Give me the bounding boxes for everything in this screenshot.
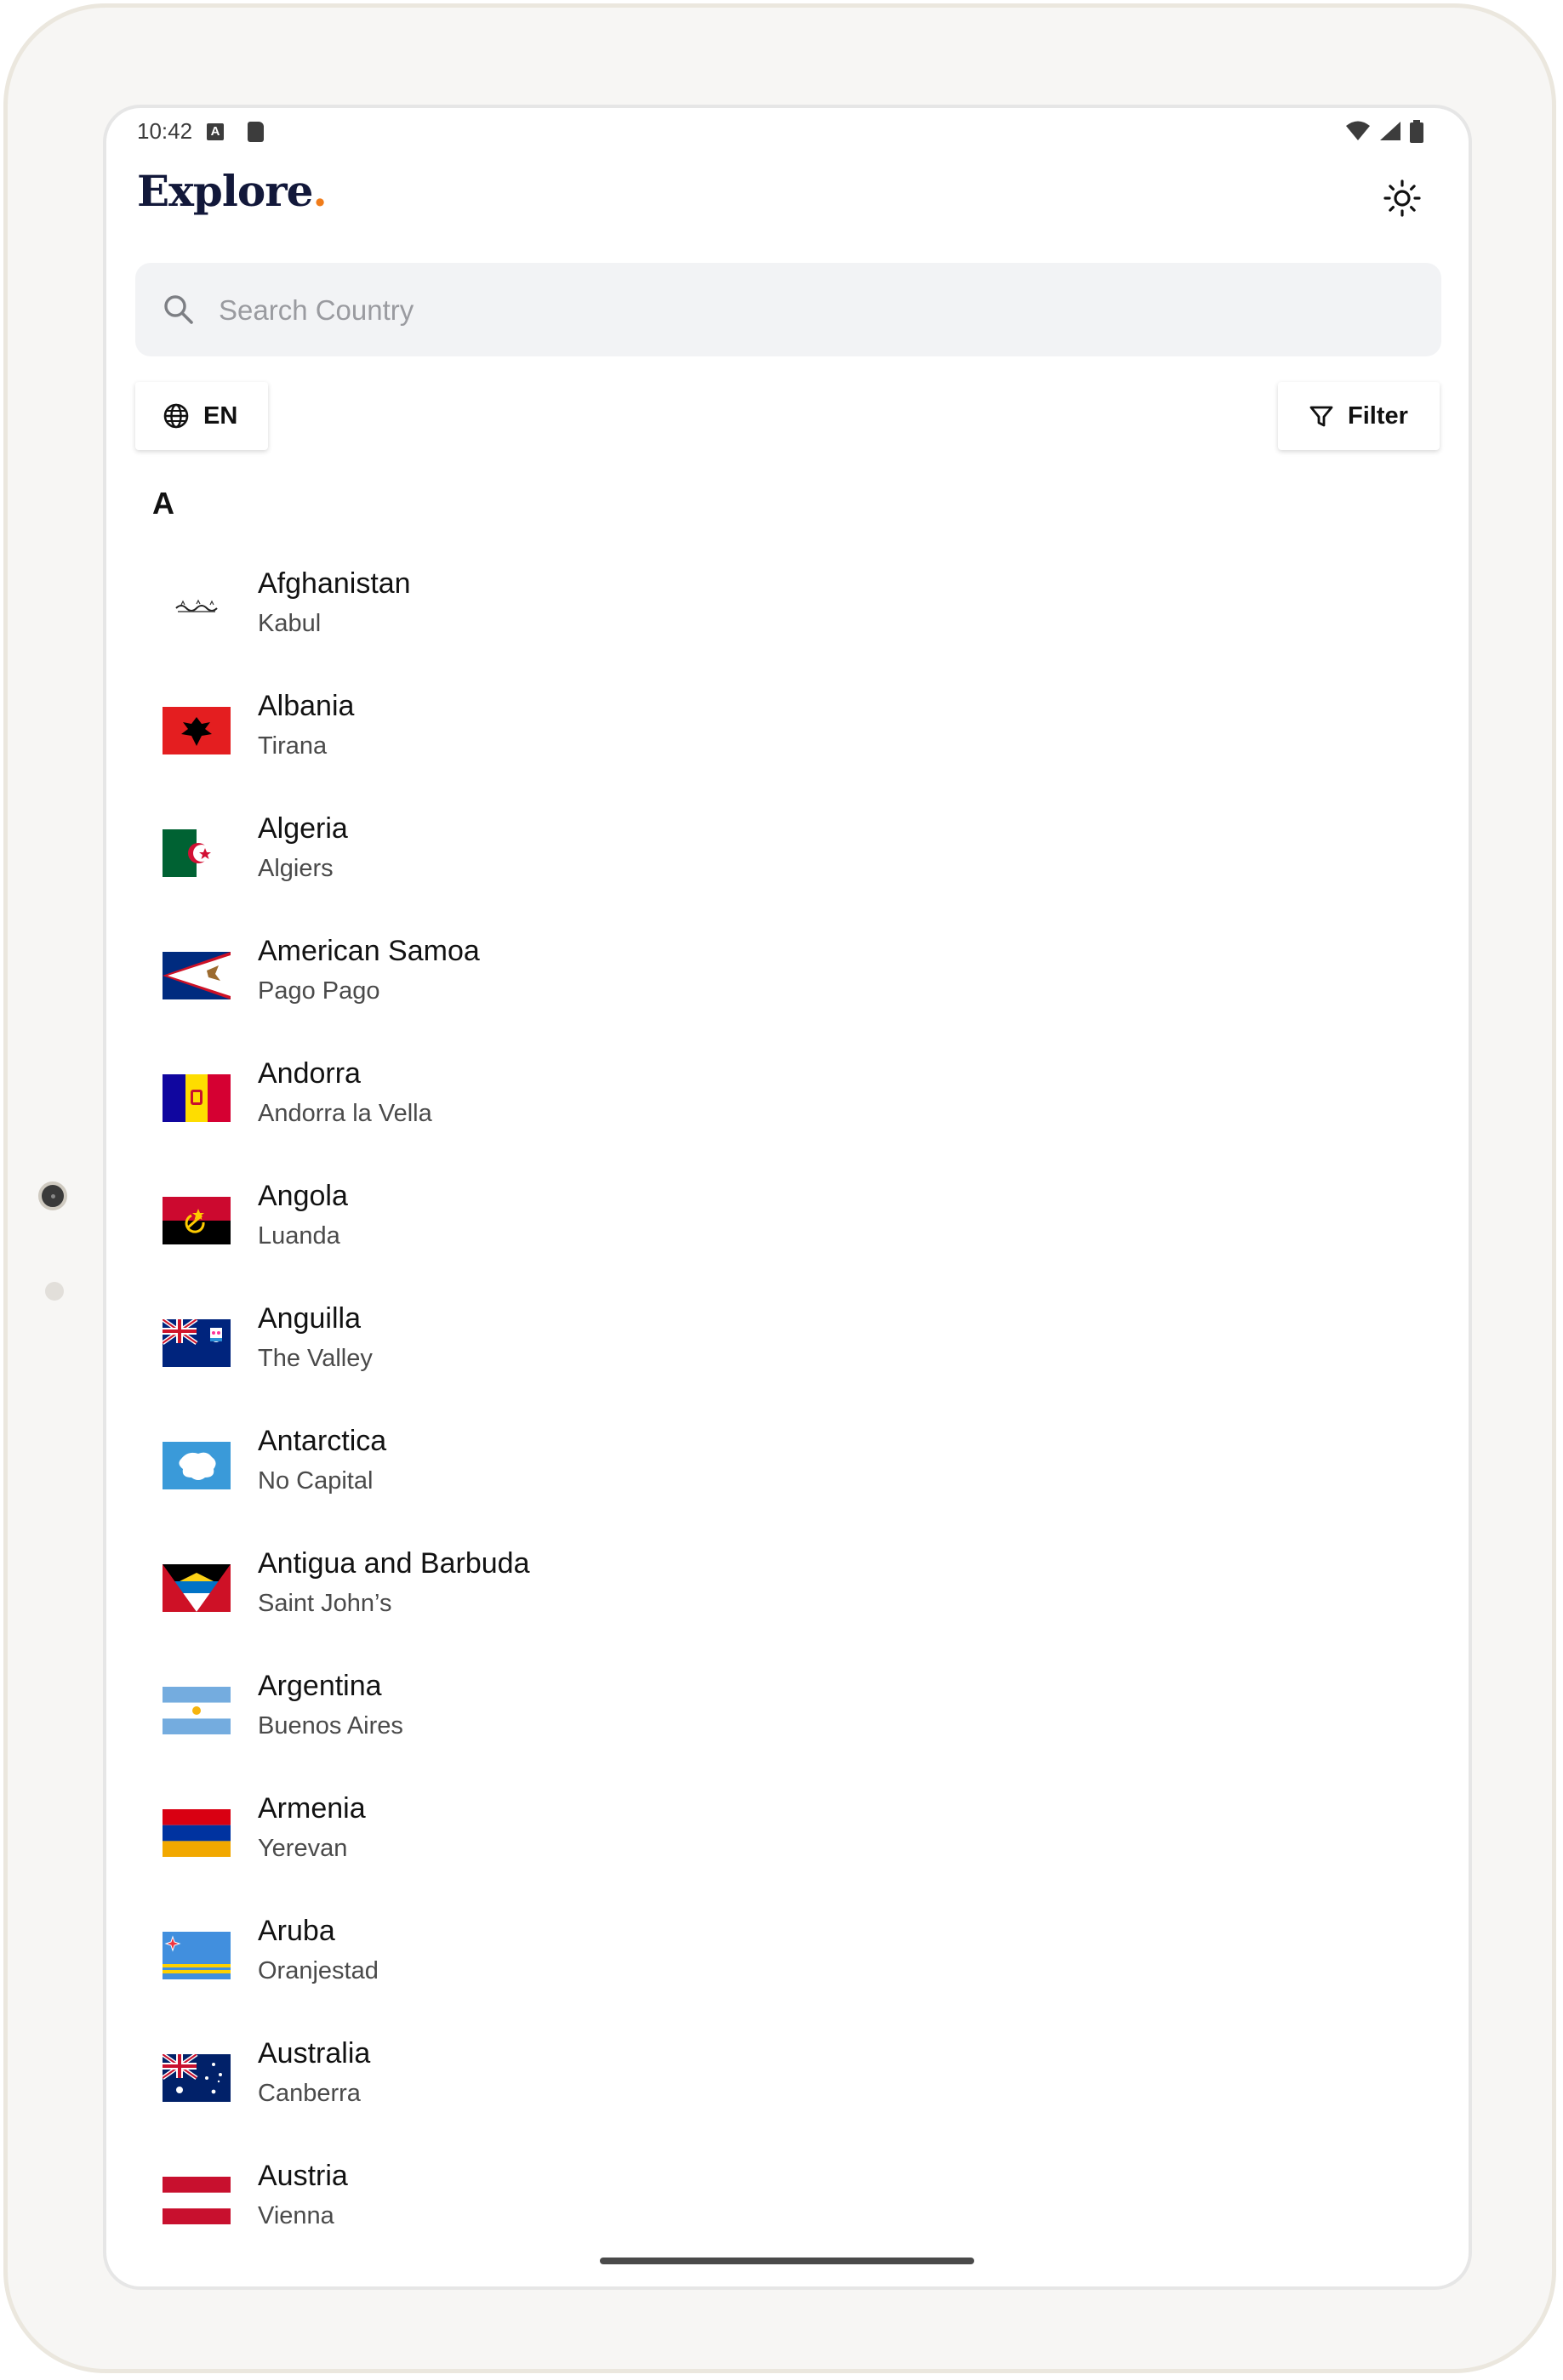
country-name: Armenia [258,1792,366,1825]
status-bar: 10:42 A [106,108,1469,159]
accessibility-notification-icon: A [207,123,224,140]
search-icon [164,295,193,324]
country-row[interactable]: Aruba Oranjestad [106,1906,1469,2029]
country-capital: Yerevan [258,1835,348,1862]
language-label: EN [203,401,238,430]
country-capital: Kabul [258,610,322,637]
country-capital: Algiers [258,855,334,882]
country-capital: Buenos Aires [258,1712,403,1739]
country-name: Austria [258,2160,348,2192]
aruba-flag-icon [163,1932,231,1979]
argentina-flag-icon [163,1687,231,1734]
light-sensor [45,1282,64,1301]
country-capital: Tirana [258,732,328,760]
cellular-signal-icon [1379,122,1400,140]
language-button[interactable]: EN [135,382,268,450]
angola-flag-icon [163,1197,231,1244]
country-name: Albania [258,690,355,722]
country-name: Aruba [258,1915,335,1947]
country-capital: Oranjestad [258,1957,379,1984]
armenia-flag-icon [163,1809,231,1857]
country-row[interactable]: Austria Vienna [106,2151,1469,2274]
country-row[interactable]: Algeria Algiers [106,804,1469,926]
country-row[interactable]: Andorra Andorra la Vella [106,1049,1469,1171]
country-name: Antarctica [258,1425,387,1457]
country-capital: Luanda [258,1222,340,1250]
country-capital: Andorra la Vella [258,1100,432,1127]
australia-flag-icon [163,2054,231,2102]
country-row[interactable]: Antigua and Barbuda Saint John’s [106,1539,1469,1661]
antarctica-flag-icon [163,1442,231,1489]
country-capital: Vienna [258,2202,334,2229]
country-name: Algeria [258,812,348,845]
country-name: Afghanistan [258,567,411,600]
american-samoa-flag-icon [163,952,231,999]
country-row[interactable]: Afghanistan Kabul [106,559,1469,681]
country-row[interactable]: Angola Luanda [106,1171,1469,1294]
country-capital: Canberra [258,2080,361,2107]
algeria-flag-icon [163,829,231,877]
country-name: American Samoa [258,935,480,967]
anguilla-flag-icon [163,1319,231,1367]
search-bar [135,263,1441,358]
country-row[interactable]: Argentina Buenos Aires [106,1661,1469,1784]
country-name: Australia [258,2037,371,2070]
front-camera [38,1181,67,1210]
albania-flag-icon [163,707,231,754]
country-row[interactable]: American Samoa Pago Pago [106,926,1469,1049]
andorra-flag-icon [163,1074,231,1122]
country-name: Antigua and Barbuda [258,1547,530,1580]
wifi-icon [1346,121,1371,140]
section-header: A [152,486,174,521]
app-screen: 10:42 A Explore. Search Country EN Filte… [103,105,1472,2290]
country-row[interactable]: Albania Tirana [106,681,1469,804]
tablet-frame: 10:42 A Explore. Search Country EN Filte… [3,3,1556,2373]
country-row[interactable]: Antarctica No Capital [106,1416,1469,1539]
antigua-and-barbuda-flag-icon [163,1564,231,1612]
country-list: Afghanistan Kabul Albania Tirana Algeria Algi… [106,559,1469,2274]
home-indicator[interactable] [600,2258,974,2264]
globe-icon [163,403,189,429]
country-capital: No Capital [258,1467,374,1495]
austria-flag-icon [163,2177,231,2224]
country-name: Angola [258,1180,348,1212]
logo-text: Explore [137,166,313,216]
battery-icon [1410,120,1423,143]
status-time: 10:42 [137,118,193,144]
theme-toggle-button[interactable] [1380,176,1424,220]
status-icons [1342,120,1424,145]
filter-label: Filter [1348,401,1408,430]
filter-button[interactable]: Filter [1278,382,1440,450]
country-name: Anguilla [258,1302,361,1335]
country-name: Andorra [258,1057,361,1090]
app-logo: Explore. [137,166,328,216]
country-row[interactable]: Armenia Yerevan [106,1784,1469,1906]
filter-icon [1309,406,1333,427]
country-row[interactable]: Australia Canberra [106,2029,1469,2151]
country-name: Argentina [258,1670,382,1702]
country-capital: Saint John’s [258,1590,392,1617]
sun-icon [1383,179,1421,217]
logo-dot: . [312,166,327,216]
afghanistan-flag-icon [163,584,231,632]
sd-card-icon [248,122,264,142]
country-row[interactable]: Anguilla The Valley [106,1294,1469,1416]
country-capital: The Valley [258,1345,373,1372]
country-capital: Pago Pago [258,977,380,1005]
search-input[interactable] [217,263,1412,358]
